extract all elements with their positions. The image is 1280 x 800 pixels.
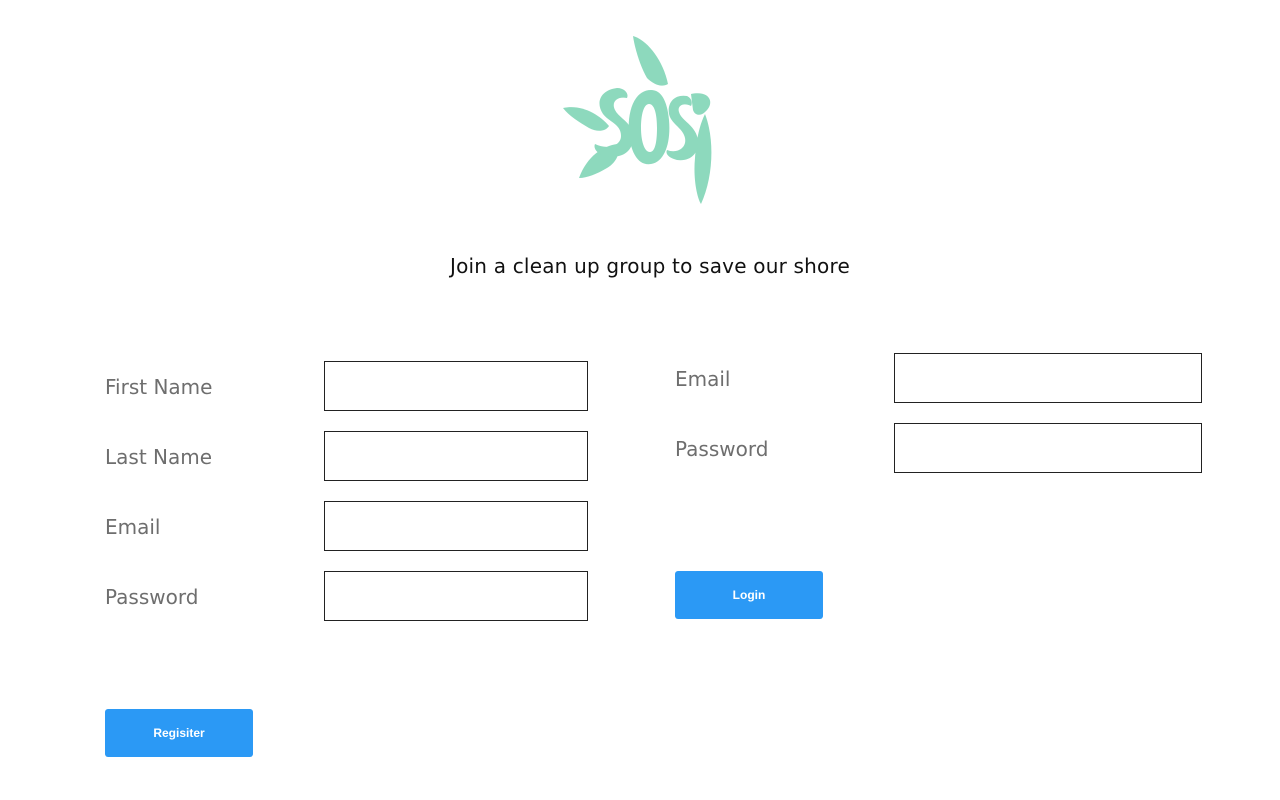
login-password-input[interactable] — [894, 423, 1202, 473]
login-email-input[interactable] — [894, 353, 1202, 403]
register-first-name-label: First Name — [105, 375, 213, 399]
register-email-input[interactable] — [324, 501, 588, 551]
login-email-label: Email — [675, 367, 731, 391]
tagline: Join a clean up group to save our shore — [450, 254, 850, 278]
register-first-name-input[interactable] — [324, 361, 588, 411]
login-button[interactable]: Login — [675, 571, 823, 619]
login-password-label: Password — [675, 437, 769, 461]
sos-turtle-logo — [563, 36, 712, 204]
register-last-name-label: Last Name — [105, 445, 213, 469]
register-last-name-input[interactable] — [324, 431, 588, 481]
register-button[interactable]: Regisiter — [105, 709, 253, 757]
register-password-label: Password — [105, 585, 199, 609]
register-email-label: Email — [105, 515, 161, 539]
register-password-input[interactable] — [324, 571, 588, 621]
